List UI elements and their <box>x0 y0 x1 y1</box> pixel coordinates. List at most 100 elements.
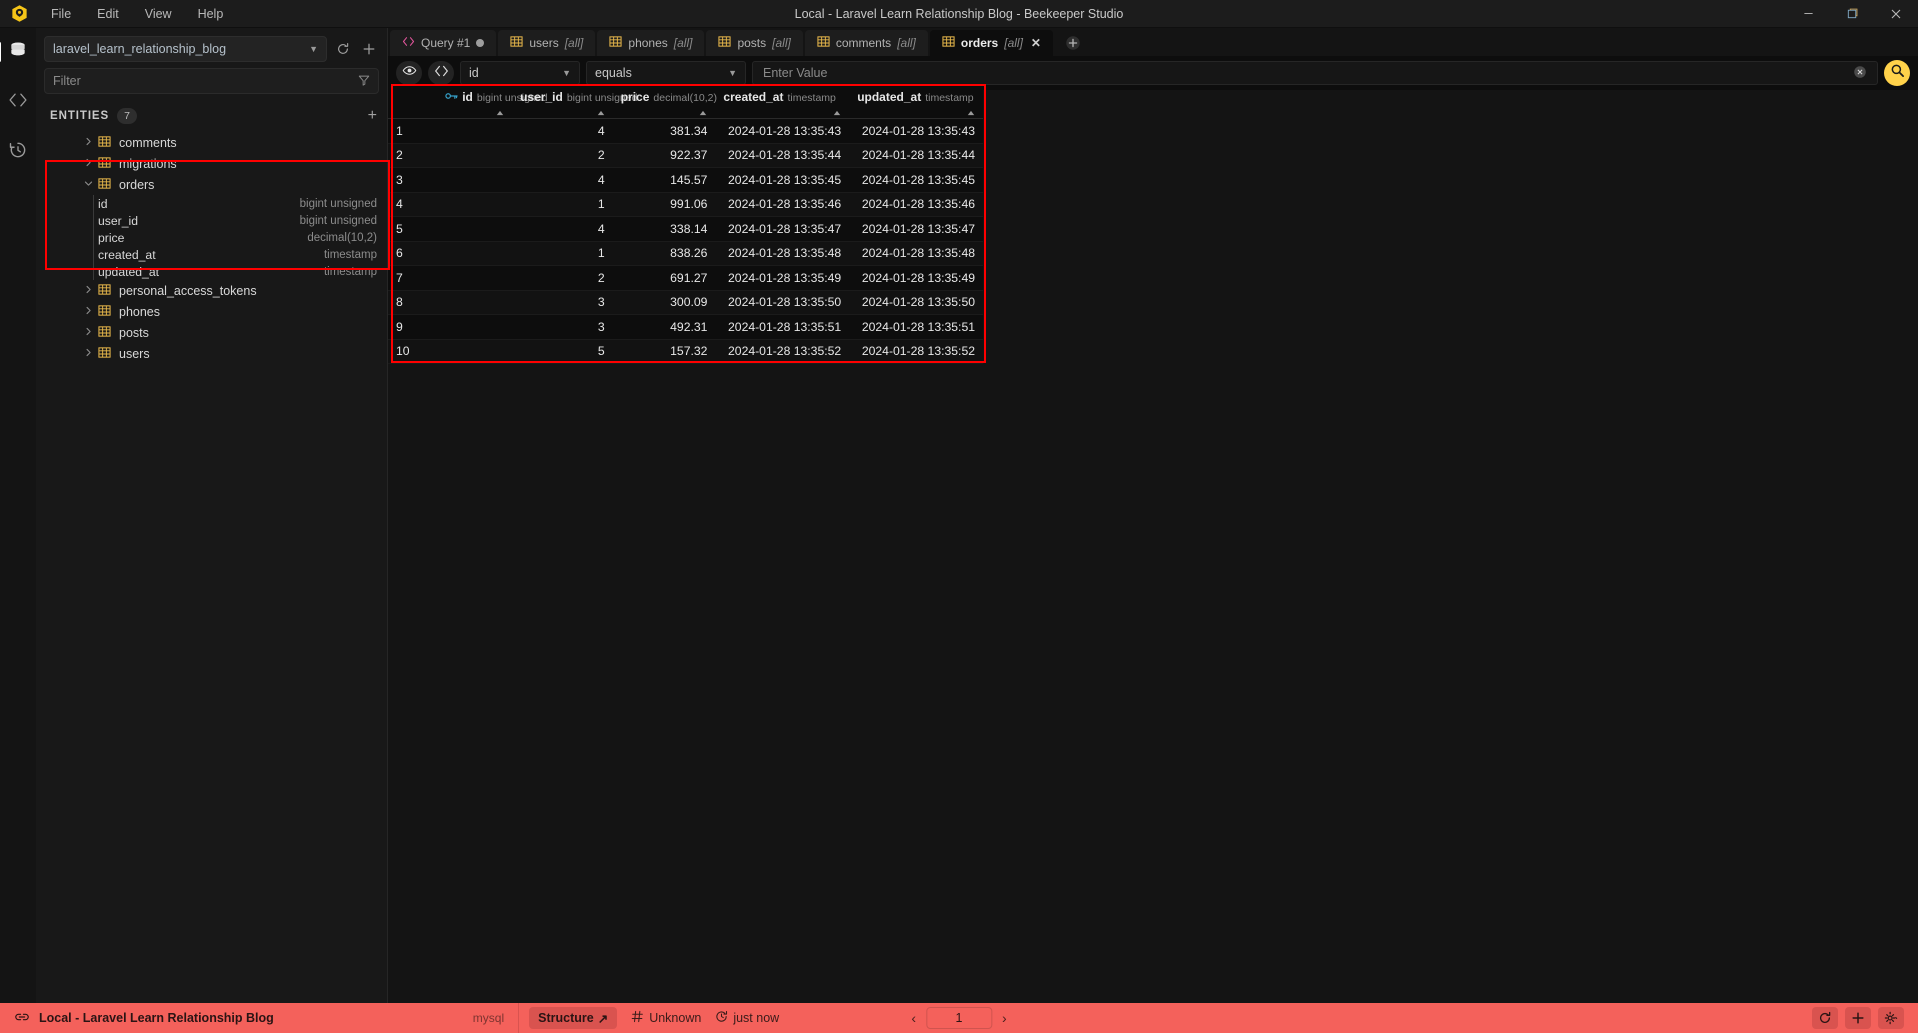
cell-updated_at[interactable]: 2024-01-28 13:35:47 <box>849 217 983 242</box>
chevron-right-icon[interactable] <box>84 285 94 297</box>
cell-id[interactable] <box>437 119 512 144</box>
cell-price[interactable]: 838.26 <box>613 241 716 266</box>
table-row[interactable]: 14381.342024-01-28 13:35:432024-01-28 13… <box>388 119 983 144</box>
cell-user_id[interactable]: 3 <box>512 290 613 315</box>
sort-asc-icon[interactable] <box>597 109 605 118</box>
chevron-right-icon[interactable] <box>84 348 94 360</box>
table-row[interactable]: 41991.062024-01-28 13:35:462024-01-28 13… <box>388 192 983 217</box>
cell-id[interactable] <box>437 192 512 217</box>
cell-id[interactable] <box>437 290 512 315</box>
cell-user_id[interactable]: 1 <box>512 241 613 266</box>
cell-id[interactable] <box>437 241 512 266</box>
table-row[interactable]: 93492.312024-01-28 13:35:512024-01-28 13… <box>388 315 983 340</box>
cell-price[interactable]: 691.27 <box>613 266 716 291</box>
tab-phones[interactable]: phones[all] <box>597 30 704 56</box>
column-header-user_id[interactable]: user_idbigint unsigned <box>512 90 613 119</box>
refresh-database-button[interactable] <box>333 38 353 60</box>
tree-item-phones[interactable]: phones <box>36 301 387 322</box>
cell-price[interactable]: 338.14 <box>613 217 716 242</box>
table-row[interactable]: 61838.262024-01-28 13:35:482024-01-28 13… <box>388 241 983 266</box>
tree-column-user_id[interactable]: user_idbigint unsigned <box>36 212 387 229</box>
add-database-button[interactable] <box>359 38 379 60</box>
menu-file[interactable]: File <box>38 3 84 25</box>
cell-user_id[interactable]: 4 <box>512 168 613 193</box>
cell-id[interactable] <box>437 217 512 242</box>
cell-created_at[interactable]: 2024-01-28 13:35:47 <box>715 217 849 242</box>
cell-created_at[interactable]: 2024-01-28 13:35:46 <box>715 192 849 217</box>
table-row[interactable]: 83300.092024-01-28 13:35:502024-01-28 13… <box>388 290 983 315</box>
tab-orders[interactable]: orders[all]✕ <box>930 30 1053 56</box>
cell-user_id[interactable]: 2 <box>512 143 613 168</box>
maximize-button[interactable] <box>1830 0 1874 28</box>
chevron-down-icon[interactable] <box>84 179 94 191</box>
sort-asc-icon[interactable] <box>967 109 975 118</box>
chevron-right-icon[interactable] <box>84 158 94 170</box>
database-select[interactable]: laravel_learn_relationship_blog ▼ <box>44 36 327 62</box>
cell-price[interactable]: 991.06 <box>613 192 716 217</box>
add-tab-button[interactable] <box>1055 30 1091 56</box>
cell-user_id[interactable]: 3 <box>512 315 613 340</box>
chevron-right-icon[interactable] <box>84 306 94 318</box>
column-header-updated_at[interactable]: updated_attimestamp <box>849 90 983 119</box>
filter-operator-select[interactable]: equals ▼ <box>586 61 746 85</box>
filter-icon[interactable] <box>358 74 370 89</box>
rail-history-button[interactable] <box>2 136 34 168</box>
cell-created_at[interactable]: 2024-01-28 13:35:52 <box>715 339 849 364</box>
cell-created_at[interactable]: 2024-01-28 13:35:45 <box>715 168 849 193</box>
cell-updated_at[interactable]: 2024-01-28 13:35:43 <box>849 119 983 144</box>
column-header-price[interactable]: pricedecimal(10,2) <box>613 90 716 119</box>
chevron-right-icon[interactable] <box>84 327 94 339</box>
cell-id[interactable] <box>437 143 512 168</box>
structure-button[interactable]: Structure ↗ <box>529 1007 617 1029</box>
tree-item-comments[interactable]: comments <box>36 132 387 153</box>
filter-column-select[interactable]: id ▼ <box>460 61 580 85</box>
table-row[interactable]: 34145.572024-01-28 13:35:452024-01-28 13… <box>388 168 983 193</box>
cell-created_at[interactable]: 2024-01-28 13:35:50 <box>715 290 849 315</box>
column-header-id[interactable]: idbigint unsigned <box>437 90 512 119</box>
tree-item-orders[interactable]: orders <box>36 174 387 195</box>
tree-item-migrations[interactable]: migrations <box>36 153 387 174</box>
cell-user_id[interactable]: 4 <box>512 217 613 242</box>
table-row[interactable]: 54338.142024-01-28 13:35:472024-01-28 13… <box>388 217 983 242</box>
cell-id[interactable] <box>437 339 512 364</box>
sort-asc-icon[interactable] <box>833 109 841 118</box>
prev-page-button[interactable]: ‹ <box>911 1010 916 1026</box>
cell-user_id[interactable]: 2 <box>512 266 613 291</box>
page-number-input[interactable]: 1 <box>926 1007 992 1029</box>
cell-id[interactable] <box>437 266 512 291</box>
settings-button[interactable] <box>1878 1007 1904 1029</box>
clear-icon[interactable] <box>1853 65 1867 82</box>
raw-sql-filter-button[interactable] <box>428 61 454 85</box>
apply-filter-button[interactable] <box>1884 60 1910 86</box>
rail-database-button[interactable] <box>2 36 34 68</box>
sidebar-filter-input[interactable]: Filter <box>44 68 379 94</box>
cell-price[interactable]: 145.57 <box>613 168 716 193</box>
toggle-filter-button[interactable] <box>396 61 422 85</box>
tree-column-updated_at[interactable]: updated_attimestamp <box>36 263 387 280</box>
cell-id[interactable] <box>437 168 512 193</box>
cell-user_id[interactable]: 4 <box>512 119 613 144</box>
tab-comments[interactable]: comments[all] <box>805 30 928 56</box>
cell-user_id[interactable]: 1 <box>512 192 613 217</box>
cell-updated_at[interactable]: 2024-01-28 13:35:52 <box>849 339 983 364</box>
filter-value-input[interactable]: Enter Value <box>752 61 1878 85</box>
cell-updated_at[interactable]: 2024-01-28 13:35:48 <box>849 241 983 266</box>
tree-column-created_at[interactable]: created_attimestamp <box>36 246 387 263</box>
cell-updated_at[interactable]: 2024-01-28 13:35:46 <box>849 192 983 217</box>
sort-asc-icon[interactable] <box>496 109 504 118</box>
cell-id[interactable] <box>437 315 512 340</box>
tab-users[interactable]: users[all] <box>498 30 595 56</box>
table-row[interactable]: 105157.322024-01-28 13:35:522024-01-28 1… <box>388 339 983 364</box>
menu-view[interactable]: View <box>132 3 185 25</box>
tree-item-personal_access_tokens[interactable]: personal_access_tokens <box>36 280 387 301</box>
minimize-button[interactable] <box>1786 0 1830 28</box>
menu-help[interactable]: Help <box>185 3 237 25</box>
close-tab-icon[interactable]: ✕ <box>1031 36 1041 50</box>
cell-created_at[interactable]: 2024-01-28 13:35:48 <box>715 241 849 266</box>
add-row-button[interactable] <box>1845 1007 1871 1029</box>
cell-price[interactable]: 300.09 <box>613 290 716 315</box>
cell-price[interactable]: 157.32 <box>613 339 716 364</box>
cell-created_at[interactable]: 2024-01-28 13:35:49 <box>715 266 849 291</box>
tree-item-posts[interactable]: posts <box>36 322 387 343</box>
tree-column-price[interactable]: pricedecimal(10,2) <box>36 229 387 246</box>
